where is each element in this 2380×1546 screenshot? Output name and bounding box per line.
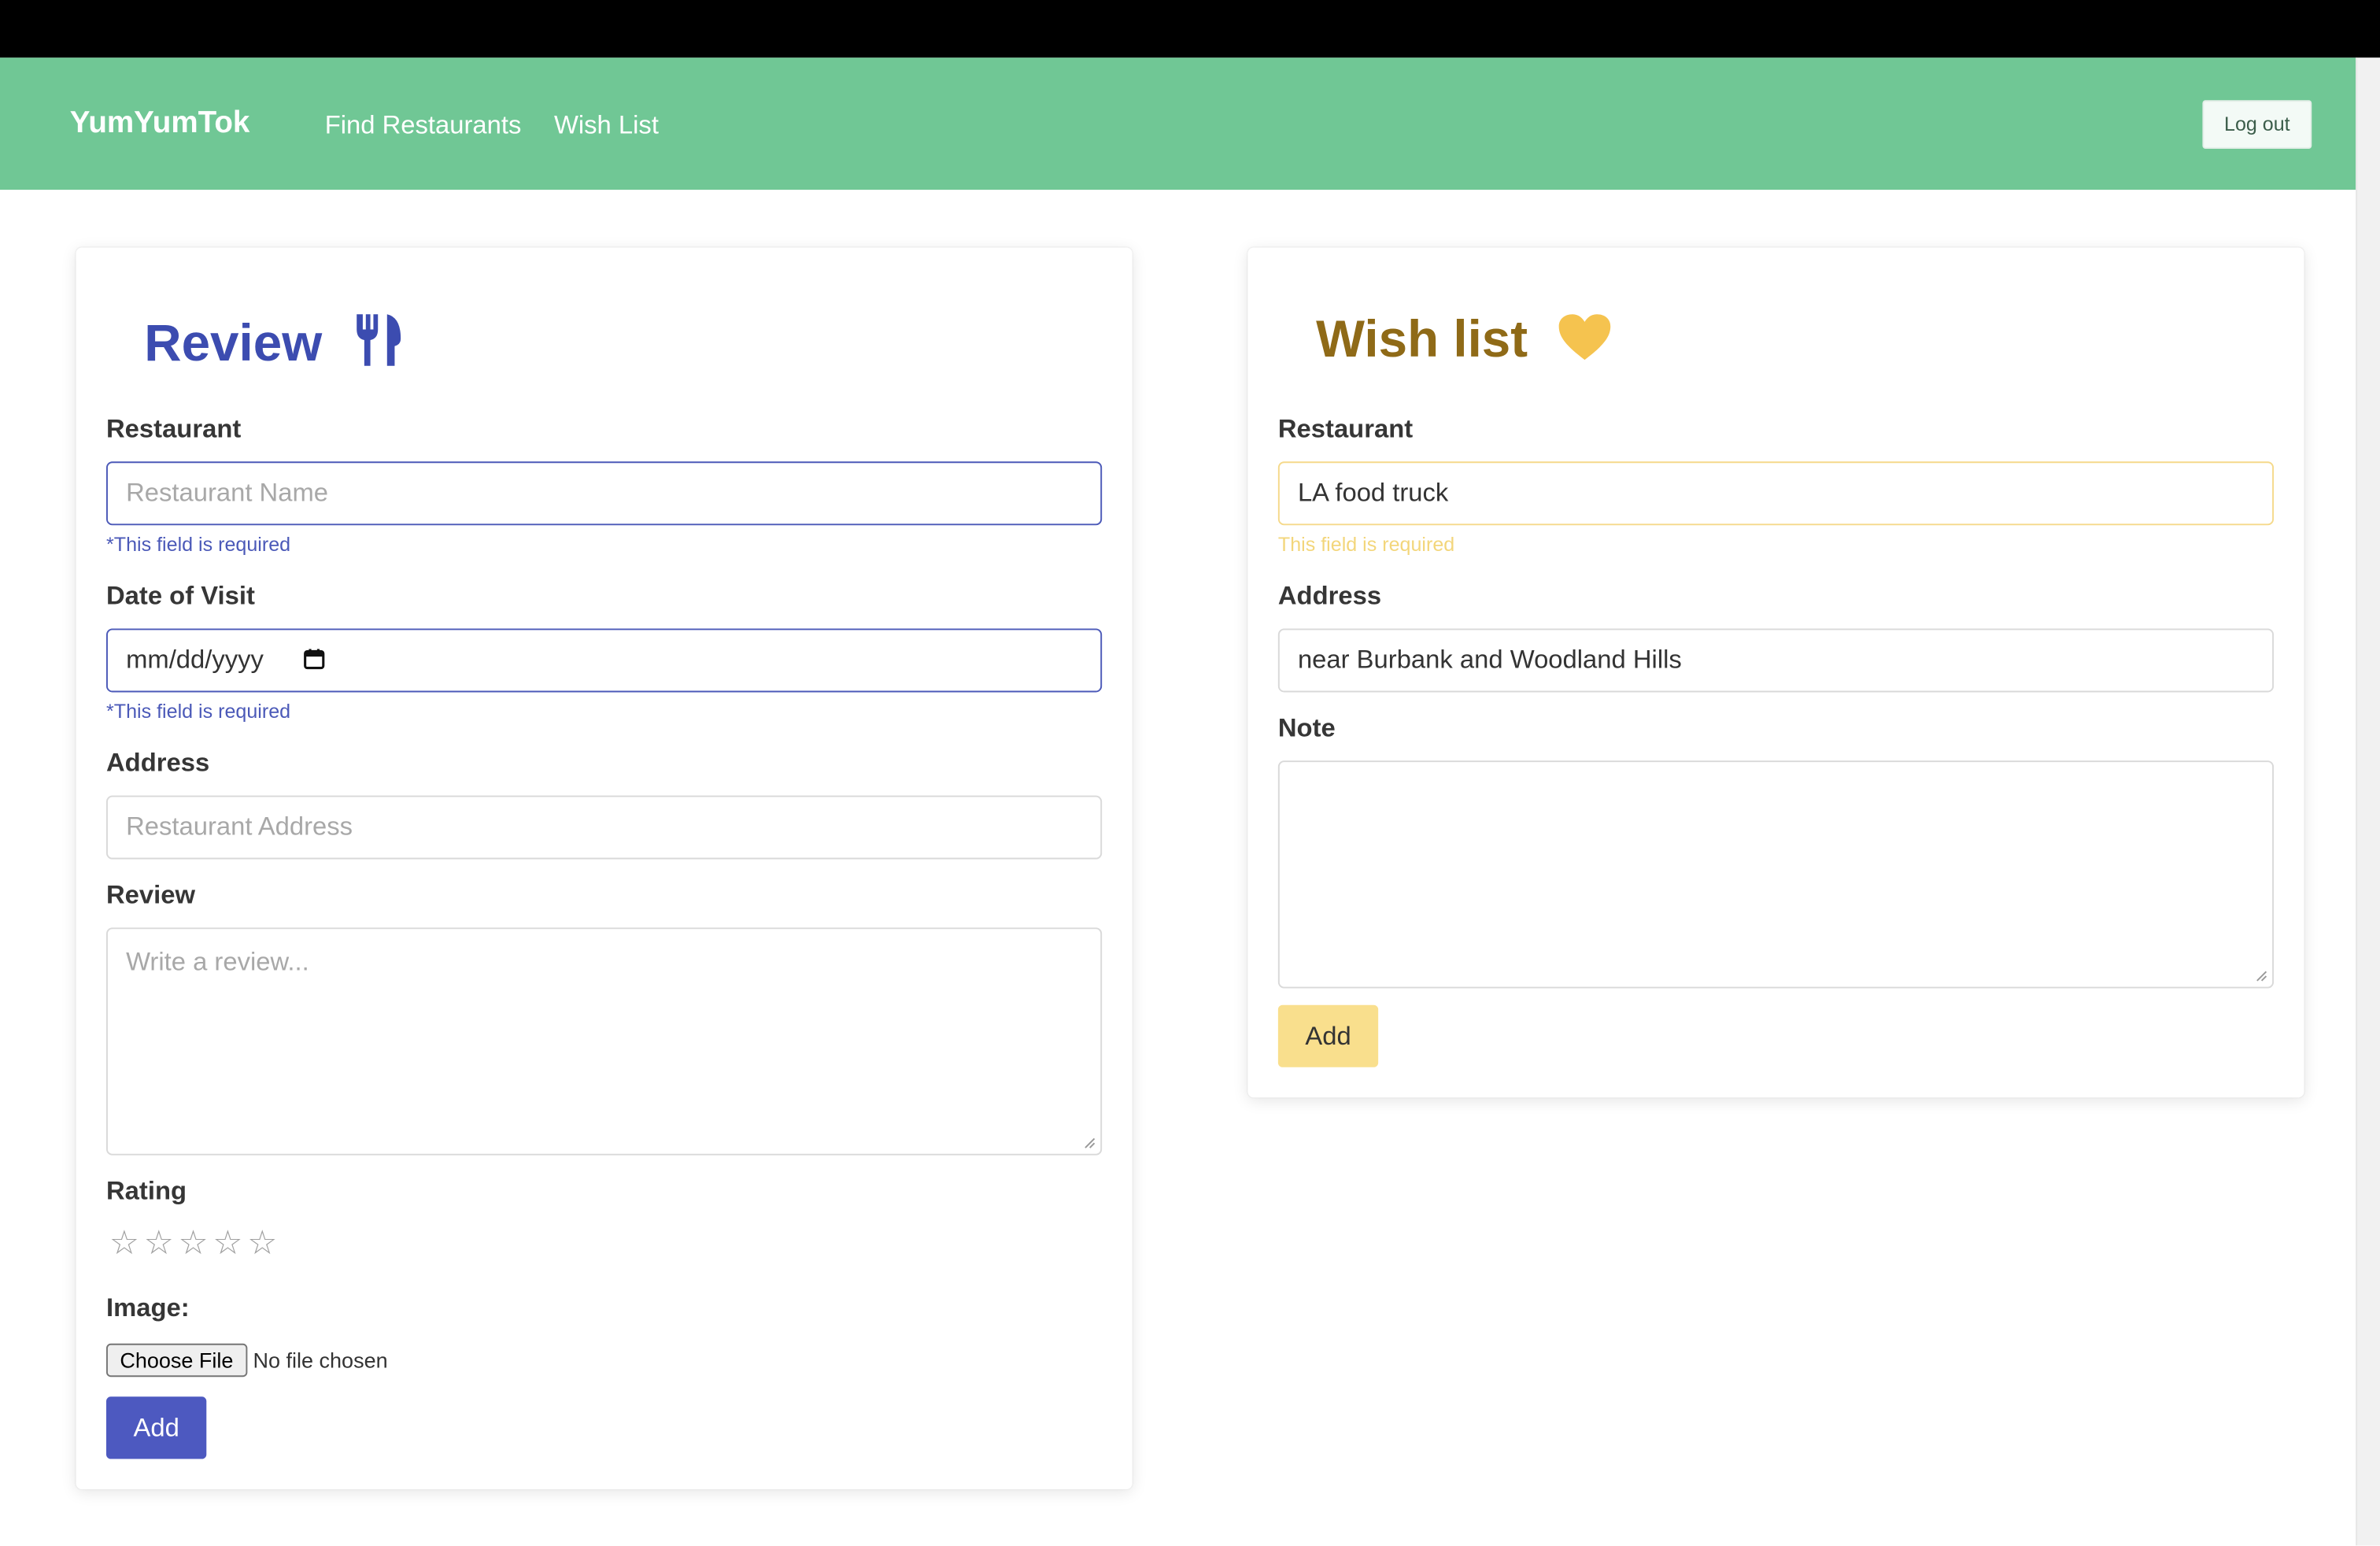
calendar-icon[interactable] (304, 631, 326, 691)
star-icon[interactable]: ☆ (109, 1223, 144, 1263)
no-file-text: No file chosen (253, 1348, 388, 1373)
review-textarea[interactable]: Write a review... (106, 927, 1103, 1156)
review-restaurant-input[interactable]: Restaurant Name (106, 461, 1103, 526)
resize-handle-icon[interactable] (1084, 1137, 1096, 1149)
rating-stars[interactable]: ☆☆☆☆☆ (109, 1223, 282, 1263)
file-input[interactable]: Choose File No file chosen (106, 1343, 388, 1378)
page: YumYumTok Find Restaurants Wish List Log… (0, 0, 2380, 1546)
review-address-input[interactable]: Restaurant Address (106, 795, 1103, 860)
review-restaurant-help: *This field is required (106, 532, 291, 556)
star-icon[interactable]: ☆ (179, 1223, 213, 1263)
logout-button[interactable]: Log out (2202, 100, 2312, 150)
review-address-label: Address (106, 748, 210, 778)
wish-address-input[interactable]: near Burbank and Woodland Hills (1277, 628, 2275, 693)
review-restaurant-label: Restaurant (106, 414, 242, 444)
review-title-text: Review (144, 315, 323, 373)
page-scrollbar[interactable] (2356, 57, 2380, 1546)
wish-restaurant-label: Restaurant (1277, 414, 1414, 444)
wish-note-label: Note (1277, 713, 1336, 743)
browser-top-bar (0, 0, 2380, 58)
wish-add-button[interactable]: Add (1277, 1004, 1379, 1067)
review-date-label: Date of Visit (106, 581, 255, 611)
wish-restaurant-help: This field is required (1277, 532, 1455, 556)
star-icon[interactable]: ☆ (144, 1223, 179, 1263)
nav-find-restaurants[interactable]: Find Restaurants (325, 111, 522, 142)
wish-restaurant-input[interactable]: LA food truck (1277, 461, 2275, 526)
review-title: Review (144, 311, 403, 383)
wish-title-text: Wish list (1316, 311, 1528, 369)
star-icon[interactable]: ☆ (247, 1223, 282, 1263)
choose-file-button[interactable]: Choose File (106, 1343, 247, 1378)
wish-card: Wish list Restaurant LA food truck This … (1247, 247, 2304, 1098)
wish-note-textarea[interactable] (1277, 760, 2275, 989)
star-icon[interactable]: ☆ (213, 1223, 247, 1263)
review-date-input[interactable]: mm/dd/yyyy (106, 628, 1103, 693)
heart-icon (1558, 312, 1612, 374)
review-add-button[interactable]: Add (106, 1396, 207, 1459)
review-card: Review Restaurant Restaurant Name *This … (76, 247, 1133, 1489)
utensils-icon (352, 311, 404, 383)
brand-logo[interactable]: YumYumTok (70, 106, 250, 141)
nav-wish-list[interactable]: Wish List (554, 111, 659, 142)
navbar: YumYumTok Find Restaurants Wish List Log… (0, 57, 2356, 190)
review-date-help: *This field is required (106, 700, 291, 723)
image-label: Image: (106, 1293, 190, 1322)
rating-label: Rating (106, 1176, 187, 1206)
review-text-label: Review (106, 880, 196, 910)
review-placeholder: Write a review... (126, 947, 309, 977)
date-value: mm/dd/yyyy (126, 645, 264, 675)
resize-handle-icon[interactable] (2256, 970, 2267, 982)
wish-address-label: Address (1277, 581, 1382, 611)
wish-title: Wish list (1316, 311, 1612, 374)
